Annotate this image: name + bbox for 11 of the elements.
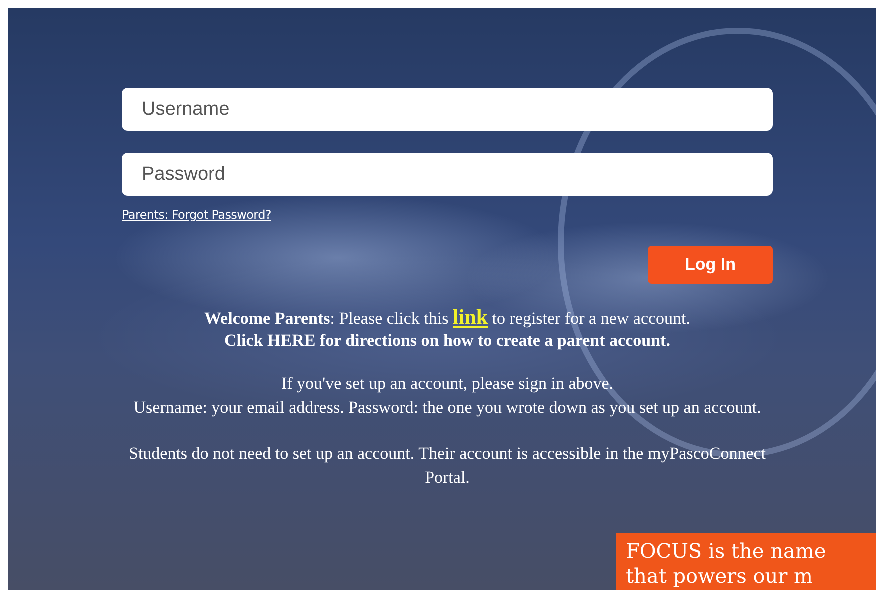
directions-link[interactable]: Click HERE for directions on how to create a parent account.: [224, 330, 670, 352]
callout-text: that powers our m: [626, 564, 814, 589]
forgot-password-link[interactable]: Parents: Forgot Password?: [122, 208, 272, 222]
login-button[interactable]: Log In: [648, 246, 773, 284]
username-field[interactable]: Username: [122, 88, 773, 131]
info-text: If you've set up an account, please sign in above. Username: your email address. Password: the one you wrote down as you set up an account.: [132, 373, 762, 419]
password-field[interactable]: Password: [122, 153, 773, 196]
welcome-text: Welcome Parents: Please click this link to register for a new account.: [204, 306, 691, 330]
info-text: Students do not need to set up an account. Their account is accessible in the myPascoConnect Portal.: [128, 443, 768, 489]
callout-text: FOCUS is the name: [626, 539, 828, 564]
register-link[interactable]: link: [452, 305, 488, 329]
